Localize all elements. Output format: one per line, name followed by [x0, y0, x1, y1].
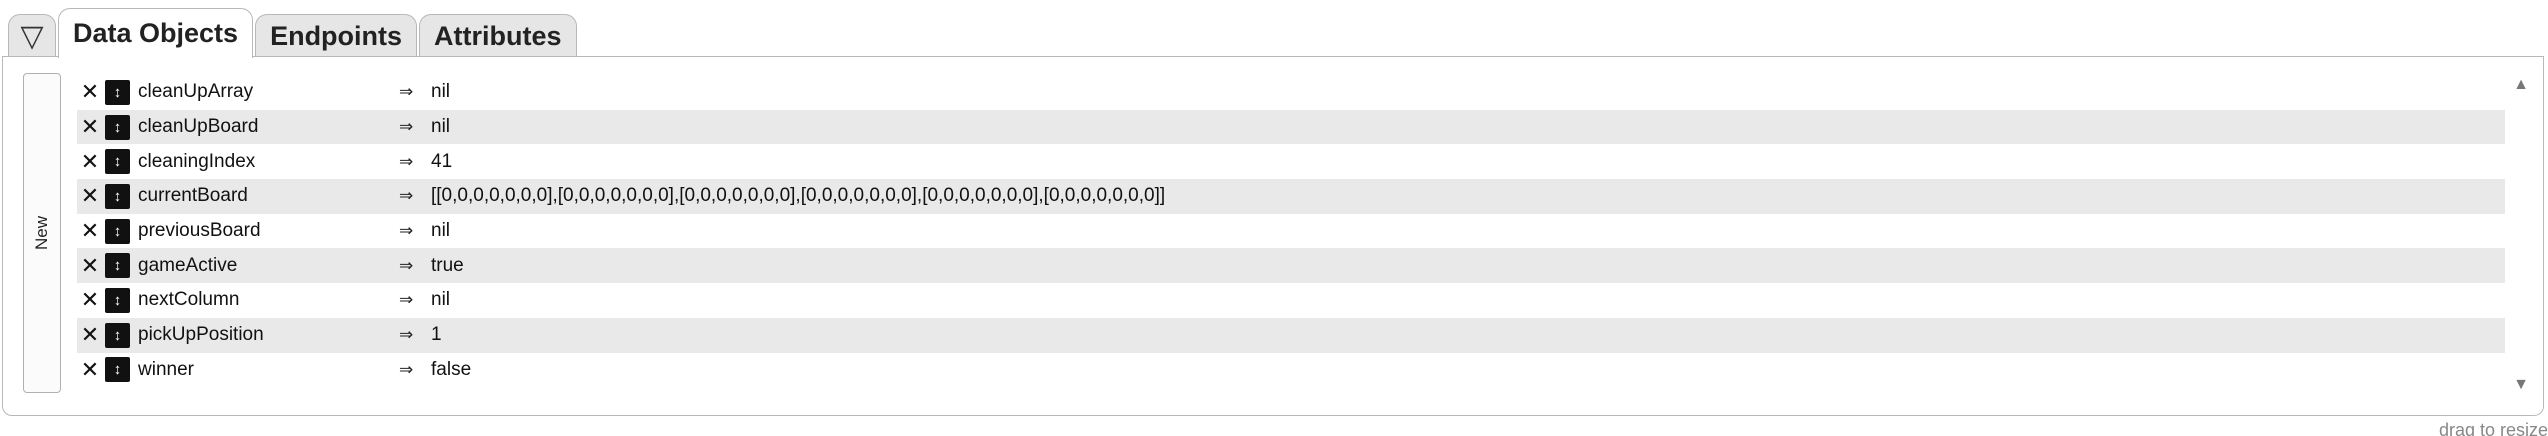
data-object-name[interactable]: cleanUpBoard	[138, 116, 398, 138]
data-object-value[interactable]: nil	[431, 81, 450, 103]
data-object-name[interactable]: currentBoard	[138, 185, 398, 207]
drag-handle-icon[interactable]: ↕	[105, 253, 130, 279]
tab-data-objects[interactable]: Data Objects	[58, 8, 254, 58]
arrow-right-icon: ⇒	[399, 82, 414, 102]
delete-icon[interactable]: ✕	[79, 324, 101, 346]
arrow-right-icon: ⇒	[399, 117, 414, 137]
data-object-value[interactable]: [[0,0,0,0,0,0,0],[0,0,0,0,0,0,0],[0,0,0,…	[431, 185, 1165, 207]
drag-handle-icon[interactable]: ↕	[105, 79, 130, 105]
data-object-name[interactable]: gameActive	[138, 255, 398, 277]
collapse-tab-button[interactable]: ▽	[8, 14, 56, 58]
data-object-row: ✕ ↕ gameActive ⇒ true	[77, 248, 2505, 284]
data-object-value[interactable]: 41	[431, 151, 452, 173]
drag-handle-icon[interactable]: ↕	[105, 287, 130, 313]
delete-icon[interactable]: ✕	[79, 185, 101, 207]
data-object-value[interactable]: false	[431, 359, 471, 381]
drag-handle-icon[interactable]: ↕	[105, 114, 130, 140]
data-object-row: ✕ ↕ pickUpPosition ⇒ 1	[77, 317, 2505, 353]
data-object-row: ✕ ↕ nextColumn ⇒ nil	[77, 283, 2505, 318]
data-object-name[interactable]: nextColumn	[138, 289, 398, 311]
drag-handle-icon[interactable]: ↕	[105, 218, 130, 244]
new-button-label: New	[31, 215, 51, 251]
delete-icon[interactable]: ✕	[79, 358, 101, 381]
arrow-right-icon: ⇒	[399, 290, 414, 310]
data-object-row: ✕ ↕ winner ⇒ false	[77, 353, 2505, 388]
data-object-name[interactable]: cleanUpArray	[138, 81, 398, 103]
tab-endpoints[interactable]: Endpoints	[255, 14, 418, 58]
new-data-object-button[interactable]: New	[23, 73, 61, 393]
data-object-value[interactable]: true	[431, 255, 464, 277]
data-object-name[interactable]: previousBoard	[138, 220, 398, 242]
data-object-name[interactable]: cleaningIndex	[138, 151, 398, 173]
data-object-value[interactable]: 1	[431, 324, 442, 346]
data-object-value[interactable]: nil	[431, 289, 450, 311]
arrow-right-icon: ⇒	[399, 221, 414, 241]
delete-icon[interactable]: ✕	[79, 116, 101, 138]
arrow-right-icon: ⇒	[399, 255, 414, 275]
data-object-value[interactable]: nil	[431, 116, 450, 138]
data-object-name[interactable]: pickUpPosition	[138, 324, 398, 346]
tab-bar: ▽ Data Objects Endpoints Attributes	[8, 8, 577, 58]
tab-attributes[interactable]: Attributes	[419, 14, 577, 58]
delete-icon[interactable]: ✕	[79, 289, 101, 311]
data-object-row: ✕ ↕ cleanUpBoard ⇒ nil	[77, 109, 2505, 145]
delete-icon[interactable]: ✕	[79, 254, 101, 277]
data-object-list: ✕ ↕ cleanUpArray ⇒ nil ✕ ↕ cleanUpBoard ⇒ nil ✕ ↕ cl…	[77, 75, 2505, 387]
resize-hint[interactable]: drag to resize	[2439, 420, 2548, 436]
drag-handle-icon[interactable]: ↕	[105, 149, 130, 175]
data-objects-widget: ▽ Data Objects Endpoints Attributes New …	[0, 0, 2548, 436]
data-object-row: ✕ ↕ cleanUpArray ⇒ nil	[77, 75, 2505, 110]
arrow-right-icon: ⇒	[399, 151, 414, 171]
scroll-up-icon[interactable]: ▲	[2513, 77, 2529, 93]
drag-handle-icon[interactable]: ↕	[105, 183, 130, 209]
data-object-row: ✕ ↕ previousBoard ⇒ nil	[77, 214, 2505, 249]
delete-icon[interactable]: ✕	[79, 220, 101, 242]
delete-icon[interactable]: ✕	[79, 81, 101, 103]
data-object-value[interactable]: nil	[431, 220, 450, 242]
drag-handle-icon[interactable]: ↕	[105, 322, 130, 348]
data-object-row: ✕ ↕ currentBoard ⇒ [[0,0,0,0,0,0,0],[0,0,0,0…	[77, 179, 2505, 214]
drag-handle-icon[interactable]: ↕	[105, 357, 130, 383]
arrow-right-icon: ⇒	[399, 359, 414, 379]
data-object-name[interactable]: winner	[138, 359, 398, 381]
data-objects-panel: New ✕ ↕ cleanUpArray ⇒ nil ✕ ↕ cleanUpBoard ⇒ nil…	[2, 56, 2544, 416]
arrow-right-icon: ⇒	[399, 186, 414, 206]
scroll-down-icon[interactable]: ▼	[2513, 377, 2529, 393]
delete-icon[interactable]: ✕	[79, 150, 101, 173]
data-object-row: ✕ ↕ cleaningIndex ⇒ 41	[77, 144, 2505, 179]
arrow-right-icon: ⇒	[399, 325, 414, 345]
triangle-down-icon: ▽	[20, 19, 44, 53]
